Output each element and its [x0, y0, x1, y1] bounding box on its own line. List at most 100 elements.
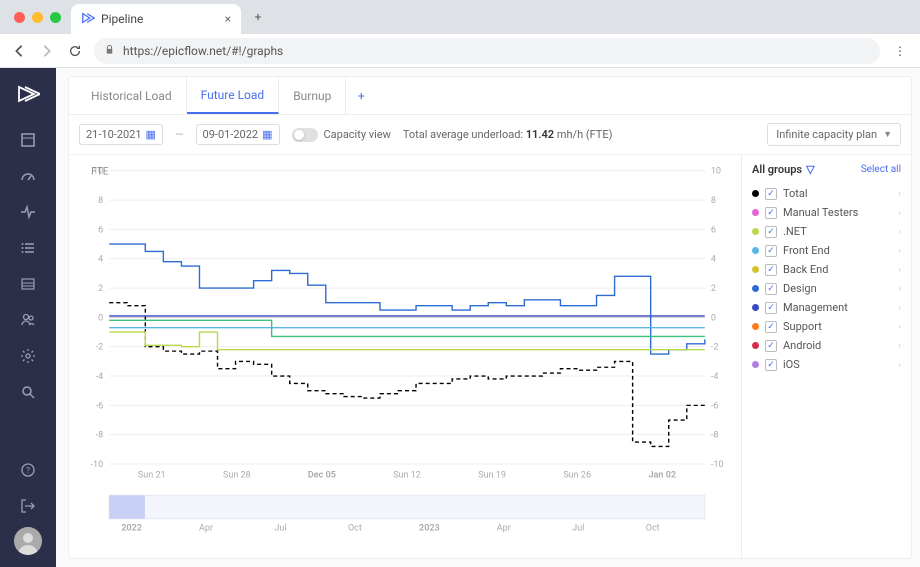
- group-row-management[interactable]: Management›: [752, 298, 901, 317]
- tab-future-load[interactable]: Future Load: [187, 77, 280, 114]
- filter-icon[interactable]: ▽: [806, 163, 814, 176]
- tab-historical-load[interactable]: Historical Load: [77, 77, 187, 114]
- underload-readout: Total average underload: 11.42 mh/h (FTE…: [403, 128, 613, 141]
- svg-text:Apr: Apr: [497, 524, 511, 534]
- sidebar-item-table[interactable]: [13, 269, 43, 299]
- svg-text:-4: -4: [711, 372, 719, 382]
- group-checkbox[interactable]: [765, 226, 777, 238]
- group-color-dot: [752, 342, 759, 349]
- group-color-dot: [752, 209, 759, 216]
- group-checkbox[interactable]: [765, 302, 777, 314]
- capacity-view-toggle[interactable]: [292, 128, 318, 142]
- group-color-dot: [752, 190, 759, 197]
- svg-text:Jul: Jul: [274, 524, 286, 534]
- lock-icon: [104, 44, 115, 58]
- pipeline-favicon: [81, 11, 95, 28]
- chart-area[interactable]: -10-10-8-8-6-6-4-4-2-200224466881010FTES…: [69, 155, 741, 558]
- svg-text:-6: -6: [96, 401, 104, 411]
- tab-close-icon[interactable]: ×: [225, 12, 231, 26]
- select-all-link[interactable]: Select all: [861, 164, 901, 175]
- chevron-right-icon: ›: [898, 341, 901, 351]
- date-to-value: 09-01-2022: [203, 128, 259, 141]
- close-window[interactable]: [14, 12, 25, 23]
- svg-text:4: 4: [98, 255, 103, 265]
- group-label: Manual Testers: [783, 206, 858, 219]
- svg-text:0: 0: [98, 313, 103, 323]
- app-sidebar: ?: [0, 68, 56, 567]
- sidebar-item-list[interactable]: [13, 233, 43, 263]
- svg-text:6: 6: [98, 225, 103, 235]
- svg-text:Sun 26: Sun 26: [563, 471, 591, 481]
- sidebar-item-search[interactable]: [13, 377, 43, 407]
- tab-burnup[interactable]: Burnup: [279, 77, 346, 114]
- group-checkbox[interactable]: [765, 245, 777, 257]
- chevron-down-icon: ▼: [883, 129, 892, 140]
- group-label: iOS: [783, 358, 800, 371]
- sidebar-item-dashboard[interactable]: [13, 125, 43, 155]
- sidebar-item-activity[interactable]: [13, 197, 43, 227]
- reload-button[interactable]: [66, 44, 84, 58]
- maximize-window[interactable]: [50, 12, 61, 23]
- svg-text:Jan 02: Jan 02: [649, 471, 677, 481]
- svg-text:Sun 28: Sun 28: [223, 471, 251, 481]
- group-row-design[interactable]: Design›: [752, 279, 901, 298]
- svg-text:FTE: FTE: [91, 167, 109, 178]
- group-checkbox[interactable]: [765, 359, 777, 371]
- group-color-dot: [752, 285, 759, 292]
- group-checkbox[interactable]: [765, 264, 777, 276]
- group-row-support[interactable]: Support›: [752, 317, 901, 336]
- window-controls[interactable]: [8, 12, 67, 23]
- group-label: Back End: [783, 263, 828, 276]
- new-tab-button[interactable]: +: [245, 4, 271, 30]
- group-row-back-end[interactable]: Back End›: [752, 260, 901, 279]
- date-to-input[interactable]: 09-01-2022 ▦: [196, 124, 280, 145]
- minimize-window[interactable]: [32, 12, 43, 23]
- url-text: https://epicflow.net/#!/graphs: [123, 44, 283, 58]
- sidebar-item-speedometer[interactable]: [13, 161, 43, 191]
- back-button[interactable]: [10, 44, 28, 58]
- sidebar-item-logout[interactable]: [13, 491, 43, 521]
- svg-text:8: 8: [98, 196, 103, 206]
- group-checkbox[interactable]: [765, 321, 777, 333]
- group-color-dot: [752, 266, 759, 273]
- svg-text:Jul: Jul: [572, 524, 584, 534]
- svg-text:-10: -10: [91, 460, 104, 470]
- svg-text:Sun 12: Sun 12: [393, 471, 421, 481]
- address-bar[interactable]: https://epicflow.net/#!/graphs: [94, 38, 880, 64]
- sidebar-item-users[interactable]: [13, 305, 43, 335]
- browser-chrome: Pipeline × + https://epicflow.net/#!/gra…: [0, 0, 920, 68]
- plan-label: Infinite capacity plan: [776, 128, 877, 141]
- group-row--net[interactable]: .NET›: [752, 222, 901, 241]
- browser-menu-icon[interactable]: ⋮: [890, 44, 910, 58]
- group-color-dot: [752, 323, 759, 330]
- capacity-view-label: Capacity view: [324, 128, 391, 141]
- group-row-manual-testers[interactable]: Manual Testers›: [752, 203, 901, 222]
- sidebar-item-settings[interactable]: [13, 341, 43, 371]
- svg-text:10: 10: [711, 167, 721, 177]
- group-row-total[interactable]: Total›: [752, 184, 901, 203]
- group-checkbox[interactable]: [765, 340, 777, 352]
- group-row-front-end[interactable]: Front End›: [752, 241, 901, 260]
- sidebar-item-help[interactable]: ?: [13, 455, 43, 485]
- group-color-dot: [752, 304, 759, 311]
- svg-text:Apr: Apr: [199, 524, 213, 534]
- forward-button[interactable]: [38, 44, 56, 58]
- group-checkbox[interactable]: [765, 188, 777, 200]
- app-logo[interactable]: [16, 82, 40, 109]
- groups-title: All groups: [752, 163, 802, 176]
- date-from-input[interactable]: 21-10-2021 ▦: [79, 124, 163, 145]
- group-checkbox[interactable]: [765, 207, 777, 219]
- svg-text:?: ?: [26, 466, 30, 475]
- add-tab-button[interactable]: +: [346, 89, 376, 103]
- group-label: Design: [783, 282, 817, 295]
- chevron-right-icon: ›: [898, 360, 901, 370]
- user-avatar[interactable]: [14, 527, 42, 555]
- group-checkbox[interactable]: [765, 283, 777, 295]
- group-row-android[interactable]: Android›: [752, 336, 901, 355]
- date-range-dash: —: [175, 128, 184, 141]
- capacity-plan-select[interactable]: Infinite capacity plan ▼: [767, 123, 901, 146]
- browser-tab-title: Pipeline: [101, 12, 143, 26]
- group-row-ios[interactable]: iOS ›: [752, 355, 901, 374]
- browser-tab[interactable]: Pipeline ×: [71, 4, 241, 34]
- svg-text:Dec 05: Dec 05: [308, 471, 336, 481]
